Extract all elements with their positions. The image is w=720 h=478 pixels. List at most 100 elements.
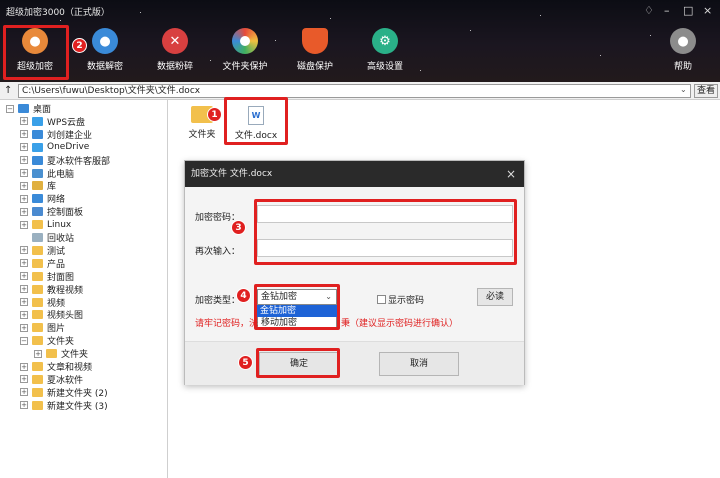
folder-icon <box>32 310 43 320</box>
user-icon <box>32 129 43 139</box>
view-button[interactable]: 查看 <box>694 84 718 98</box>
expand-toggle-icon[interactable]: + <box>20 207 28 216</box>
tree-item[interactable]: + 教程视频 <box>20 283 83 296</box>
dialog-footer: 确定 取消 <box>185 341 524 385</box>
expand-toggle-icon[interactable]: + <box>20 220 28 229</box>
folder-icon <box>32 284 43 294</box>
tree-item-label: 教程视频 <box>47 285 84 296</box>
step-marker-2: 2 <box>72 38 87 53</box>
up-arrow-icon[interactable]: ↑ <box>4 85 12 96</box>
tree-item-label: 文件夹 <box>61 350 89 361</box>
expand-toggle-icon[interactable]: + <box>20 401 28 410</box>
expand-toggle-icon[interactable]: + <box>20 143 28 152</box>
tree-item[interactable]: + 视频 <box>20 296 65 309</box>
tree-item[interactable]: + 此电脑 <box>20 167 74 180</box>
network-icon <box>32 194 43 204</box>
expand-toggle-icon[interactable]: + <box>20 272 28 281</box>
expand-toggle-icon[interactable]: + <box>20 181 28 190</box>
tree-item-label: 测试 <box>47 246 66 257</box>
tree-item-label: 库 <box>47 182 57 193</box>
expand-toggle-icon[interactable]: + <box>20 130 28 139</box>
recycle-bin-icon <box>32 233 43 242</box>
tree-item[interactable]: − 桌面 <box>6 102 51 115</box>
expand-toggle-icon[interactable]: + <box>20 117 28 126</box>
tree-item[interactable]: + 视频头图 <box>20 308 83 321</box>
tree-item[interactable]: + WPS云盘 <box>20 115 85 128</box>
expand-toggle-icon[interactable]: + <box>20 375 28 384</box>
folder-tree: − 桌面 + WPS云盘 + 刘创建企业 + OneDrive + 夏冰软件客服部 + 此电脑 + 库 + 网… <box>0 100 168 478</box>
tree-item[interactable]: 回收站 <box>20 231 74 244</box>
close-icon[interactable]: × <box>506 161 516 187</box>
expand-toggle-icon[interactable]: + <box>20 156 28 165</box>
step-marker-1: 1 <box>207 107 222 122</box>
tree-item[interactable]: + 文章和视频 <box>20 360 92 373</box>
toolbar-label: 文件夹保护 <box>222 62 268 72</box>
folder-icon <box>32 374 43 384</box>
tree-item[interactable]: + 刘创建企业 <box>20 128 92 141</box>
tree-item[interactable]: + OneDrive <box>20 141 89 154</box>
tree-item[interactable]: + 图片 <box>20 321 65 334</box>
expand-toggle-icon[interactable]: + <box>20 194 28 203</box>
tree-item[interactable]: − 文件夹 <box>20 334 74 347</box>
minimize-button[interactable]: – <box>664 4 670 17</box>
expand-toggle-icon[interactable]: + <box>20 388 28 397</box>
tree-item[interactable]: + 夏冰软件客服部 <box>20 154 110 167</box>
folder-icon <box>32 297 43 307</box>
unlock-icon: ● <box>92 28 118 54</box>
chevron-down-icon[interactable]: ⌄ <box>680 85 687 94</box>
expand-toggle-icon[interactable]: + <box>20 362 28 371</box>
file-label: 文件夹 <box>188 130 216 140</box>
folder-icon <box>32 400 43 410</box>
cancel-button[interactable]: 取消 <box>379 352 459 376</box>
toolbar-disk-protect[interactable]: 磁盘保护 <box>280 28 350 72</box>
show-password-checkbox[interactable]: 显示密码 <box>377 293 424 306</box>
tree-item[interactable]: + 网络 <box>20 192 65 205</box>
tree-item[interactable]: + 测试 <box>20 244 65 257</box>
expand-toggle-icon[interactable]: + <box>34 349 42 358</box>
expand-toggle-icon[interactable]: + <box>20 298 28 306</box>
tree-item[interactable]: + 新建文件夹 (3) <box>20 399 108 412</box>
toolbar-help[interactable]: ● 帮助 <box>648 28 718 72</box>
expand-toggle-icon[interactable]: + <box>20 259 28 268</box>
shield-icon <box>302 28 328 54</box>
tree-item-label: 刘创建企业 <box>47 130 93 141</box>
step-marker-5: 5 <box>238 355 253 370</box>
tree-item[interactable]: + 夏冰软件 <box>20 373 83 386</box>
step-marker-4: 4 <box>236 288 251 303</box>
expand-toggle-icon[interactable]: − <box>6 104 14 113</box>
tree-item[interactable]: + 产品 <box>20 257 65 270</box>
expand-toggle-icon[interactable]: + <box>20 169 28 177</box>
user-icon: ● <box>670 28 696 54</box>
toolbar-folder-protect[interactable]: 文件夹保护 <box>210 28 280 72</box>
folder-icon <box>32 336 43 346</box>
expand-toggle-icon[interactable]: + <box>20 285 28 294</box>
tree-item[interactable]: + 文件夹 <box>34 347 88 360</box>
toolbar-label: 帮助 <box>673 62 692 72</box>
tree-item-label: 此电脑 <box>47 169 75 180</box>
tree-item[interactable]: + 封面图 <box>20 270 74 283</box>
tree-item[interactable]: + 控制面板 <box>20 205 83 218</box>
tree-item-label: 回收站 <box>47 234 75 244</box>
tree-item-label: WPS云盘 <box>47 117 86 128</box>
expand-toggle-icon[interactable]: − <box>20 336 28 345</box>
path-input[interactable]: C:\Users\fuwu\Desktop\文件夹\文件.docx <box>18 84 691 98</box>
must-read-button[interactable]: 必读 <box>477 288 513 306</box>
toolbar-shred[interactable]: ✕ 数据粉碎 <box>140 28 210 72</box>
highlight-password-fields <box>254 199 517 265</box>
tree-item[interactable]: + 新建文件夹 (2) <box>20 386 108 399</box>
tree-item-label: 文件夹 <box>47 337 75 348</box>
toolbar-label: 数据解密 <box>86 62 123 72</box>
close-button[interactable]: × <box>703 4 712 17</box>
tree-item[interactable]: + Linux <box>20 218 71 231</box>
expand-toggle-icon[interactable]: + <box>20 246 28 255</box>
expand-toggle-icon[interactable]: + <box>20 310 28 319</box>
confirm-label: 再次输入： <box>195 247 241 257</box>
step-marker-3: 3 <box>231 220 246 235</box>
desktop-icon <box>18 104 29 113</box>
toolbar-settings[interactable]: ⚙ 高级设置 <box>350 28 420 72</box>
expand-toggle-icon[interactable]: + <box>20 323 28 332</box>
maximize-button[interactable]: □ <box>683 4 693 17</box>
tree-item[interactable]: + 库 <box>20 179 56 192</box>
skin-icon[interactable]: ♢ <box>644 4 654 17</box>
